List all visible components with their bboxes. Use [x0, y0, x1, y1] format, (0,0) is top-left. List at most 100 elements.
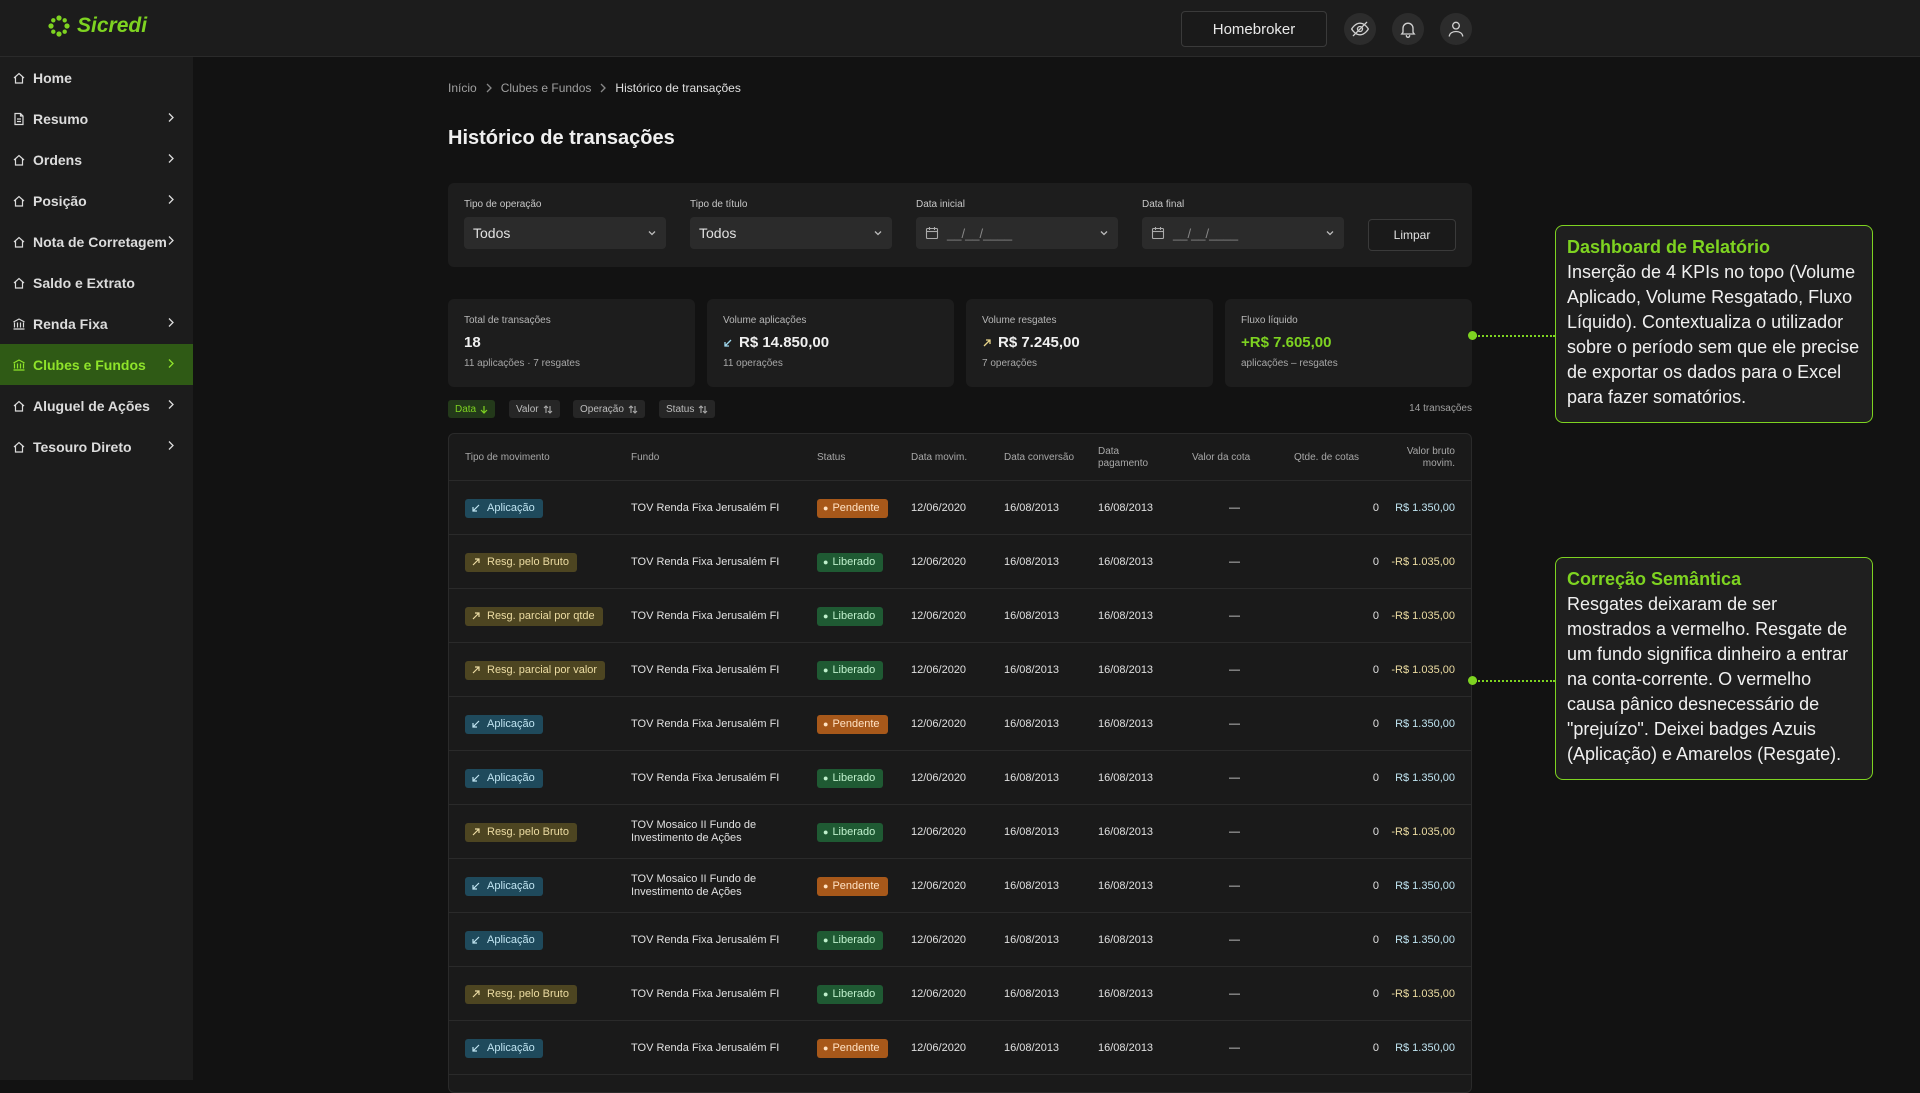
annotation-body: Inserção de 4 KPIs no topo (Volume Aplic… — [1567, 261, 1860, 407]
table-row[interactable]: Resg. pelo Bruto TOV Renda Fixa Jerusalém… — [449, 967, 1471, 1021]
tipo-operacao-select[interactable]: Todos — [464, 217, 666, 249]
notifications-button[interactable] — [1392, 13, 1424, 45]
table-row[interactable]: Resg. parcial por valor TOV Renda Fixa Je… — [449, 643, 1471, 697]
data-movim: 12/06/2020 — [911, 933, 967, 946]
table-row[interactable]: Aplicação TOV Renda Fixa Jerusalém FI ● Pen… — [449, 481, 1471, 535]
sort-chip-status[interactable]: Status — [659, 400, 716, 418]
sidebar-item-home[interactable]: Home — [0, 57, 193, 98]
data-pagamento: 16/08/2013 — [1098, 555, 1154, 568]
user-icon — [1448, 21, 1464, 37]
qtde-cotas: 0 — [1372, 663, 1379, 676]
sidebar-item-nota-de-corretagem[interactable]: Nota de Corretagem — [0, 221, 193, 262]
sidebar-item-posi-o[interactable]: Posição — [0, 180, 193, 221]
tipo-titulo-select[interactable]: Todos — [690, 217, 892, 249]
badge-label: Resg. pelo Bruto — [487, 825, 569, 838]
table-row[interactable]: Aplicação TOV Renda Fixa Jerusalém FI ● Lib… — [449, 751, 1471, 805]
chevron-right-icon — [168, 113, 174, 122]
status-label: Liberado — [832, 825, 876, 838]
chevron-right-icon — [168, 236, 174, 245]
kpi-label: Fluxo líquido — [1241, 315, 1298, 326]
annotation-body: Resgates deixaram de ser mostrados a ver… — [1567, 593, 1849, 764]
table-row[interactable]: Aplicação TOV Mosaico II Fundo de Investi… — [449, 859, 1471, 913]
sidebar-item-clubes-e-fundos[interactable]: Clubes e Fundos — [0, 344, 193, 385]
data-conversao: 16/08/2013 — [1004, 987, 1060, 1000]
clear-filters-button[interactable]: Limpar — [1368, 219, 1456, 251]
qtde-cotas: 0 — [1372, 987, 1379, 1000]
status-badge: ● Liberado — [817, 822, 884, 842]
table-row[interactable]: Resg. pelo Bruto TOV Renda Fixa Jerusalém… — [449, 535, 1471, 589]
arrow-in-icon — [472, 720, 480, 728]
data-pagamento: 16/08/2013 — [1098, 663, 1154, 676]
data-movim: 12/06/2020 — [911, 879, 967, 892]
data-conversao: 16/08/2013 — [1004, 879, 1060, 892]
col-data-pagamento[interactable]: Data pagamento — [1098, 434, 1160, 481]
sort-chip-operacao[interactable]: Operação — [573, 400, 645, 418]
kpi-label: Volume aplicações — [723, 315, 807, 326]
col-status[interactable]: Status — [817, 434, 845, 481]
status-label: Liberado — [832, 933, 876, 946]
annotation-dashboard: Dashboard de Relatório Inserção de 4 KPI… — [1555, 225, 1873, 423]
data-inicial-input[interactable]: __/__/____ — [916, 217, 1118, 249]
sort-chip-data[interactable]: Data — [448, 400, 496, 418]
col-tipo[interactable]: Tipo de movimento — [465, 434, 550, 481]
top-bar: Sicredi Homebroker — [0, 0, 1920, 57]
kpi-value-text: +R$ 7.605,00 — [1241, 334, 1332, 351]
status-badge: ● Liberado — [817, 768, 884, 788]
kpi-value: R$ 14.850,00 — [723, 334, 938, 351]
status-label: Liberado — [832, 555, 876, 568]
col-valor-bruto[interactable]: Valor bruto movim. — [1391, 434, 1455, 481]
kpi-label: Volume resgates — [982, 315, 1057, 326]
breadcrumb-current: Histórico de transações — [615, 81, 741, 95]
col-data-movim[interactable]: Data movim. — [911, 434, 967, 481]
chevron-right-icon — [168, 359, 174, 368]
sidebar-item-tesouro-direto[interactable]: Tesouro Direto — [0, 426, 193, 467]
sort-chip-valor[interactable]: Valor — [509, 400, 560, 418]
table-row[interactable]: Aplicação TOV Renda Fixa Jerusalém FI ● Pen… — [449, 697, 1471, 751]
status-badge: ● Liberado — [817, 930, 884, 950]
fund-name: TOV Renda Fixa Jerusalém FI — [631, 987, 780, 1000]
arrow-out-icon — [472, 828, 480, 836]
col-valor-cota[interactable]: Valor da cota — [1192, 434, 1250, 481]
col-qtde-cotas[interactable]: Qtde. de cotas — [1294, 434, 1359, 481]
hide-values-button[interactable] — [1344, 13, 1376, 45]
fund-name: TOV Mosaico II Fundo de Investimento de … — [631, 819, 757, 844]
breadcrumb-clubes[interactable]: Clubes e Fundos — [501, 81, 592, 95]
col-data-conversao[interactable]: Data conversão — [1004, 434, 1074, 481]
badge-label: Resg. parcial por valor — [487, 663, 598, 676]
sicredi-logo[interactable]: Sicredi — [47, 14, 147, 38]
kpi-volume-resgates: Volume resgates R$ 7.245,00 7 operações — [966, 299, 1213, 387]
sidebar-item-renda-fixa[interactable]: Renda Fixa — [0, 303, 193, 344]
annotation-title: Correção Semântica — [1567, 569, 1742, 589]
kpi-value-text: R$ 7.245,00 — [998, 334, 1080, 351]
status-dot: ● — [823, 1042, 829, 1053]
date-placeholder: __/__/____ — [1173, 225, 1239, 241]
qtde-cotas: 0 — [1372, 501, 1379, 514]
sidebar-item-aluguel-de-a-es[interactable]: Aluguel de Ações — [0, 385, 193, 426]
sidebar-item-resumo[interactable]: Resumo — [0, 98, 193, 139]
col-fundo[interactable]: Fundo — [631, 434, 659, 481]
sidebar-item-label: Renda Fixa — [33, 315, 108, 332]
homebroker-button[interactable]: Homebroker — [1181, 11, 1327, 47]
table-row[interactable]: Aplicação TOV Renda Fixa Jerusalém FI ● Pen… — [449, 1021, 1471, 1075]
movement-type-badge: Aplicação — [465, 876, 543, 896]
bank-icon — [12, 358, 26, 372]
profile-button[interactable] — [1440, 13, 1472, 45]
data-final-input[interactable]: __/__/____ — [1142, 217, 1344, 249]
chevron-right-icon — [486, 83, 492, 93]
movement-type-badge: Aplicação — [465, 714, 543, 734]
table-row[interactable]: Resg. pelo Bruto TOV Mosaico II Fundo de … — [449, 805, 1471, 859]
chevron-down-icon — [874, 231, 882, 236]
breadcrumb-home[interactable]: Início — [448, 81, 477, 95]
sort-icon — [543, 404, 552, 414]
table-row[interactable]: Resg. parcial por qtde TOV Renda Fixa Jer… — [449, 589, 1471, 643]
status-dot: ● — [823, 772, 829, 783]
fund-name: TOV Renda Fixa Jerusalém FI — [631, 609, 780, 622]
table-row[interactable]: Aplicação TOV Renda Fixa Jerusalém FI ● Lib… — [449, 913, 1471, 967]
data-movim: 12/06/2020 — [911, 771, 967, 784]
badge-label: Aplicação — [487, 879, 535, 892]
sidebar-item-ordens[interactable]: Ordens — [0, 139, 193, 180]
data-movim: 12/06/2020 — [911, 501, 967, 514]
valor-bruto: -R$ 1.035,00 — [1391, 663, 1455, 676]
sidebar-item-saldo-e-extrato[interactable]: Saldo e Extrato — [0, 262, 193, 303]
valor-bruto: R$ 1.350,00 — [1395, 879, 1455, 892]
